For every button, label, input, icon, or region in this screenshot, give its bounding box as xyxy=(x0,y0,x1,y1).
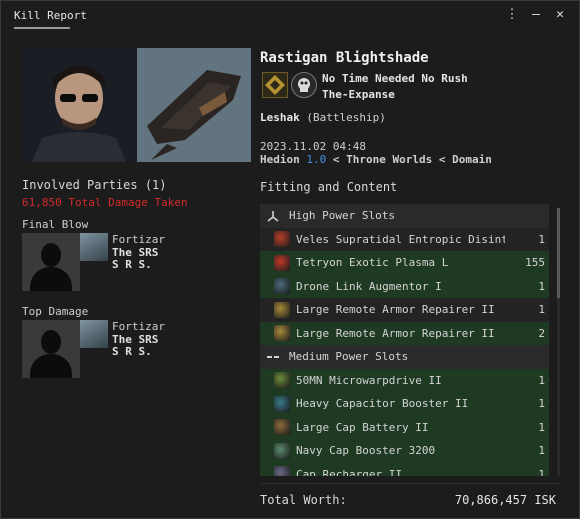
fitting-item-qty: 1 xyxy=(538,279,545,293)
fitting-item-name: Cap Recharger II xyxy=(296,467,402,476)
victim-name[interactable]: Rastigan Blightshade xyxy=(260,50,429,66)
victim-ship-render[interactable] xyxy=(137,48,251,162)
silhouette-body xyxy=(30,267,72,291)
top-damage-portrait[interactable] xyxy=(22,320,80,378)
fitting-header: Fitting and Content xyxy=(260,180,398,194)
slot-group-header[interactable]: High Power Slots xyxy=(260,204,549,228)
fitting-item-qty: 1 xyxy=(538,420,545,434)
module-icon xyxy=(274,254,290,271)
module-icon xyxy=(274,395,290,412)
victim-ship-class: (Battleship) xyxy=(306,111,386,124)
fitting-item-dropped[interactable]: Cap Recharger II 1 xyxy=(260,462,549,476)
victim-portrait[interactable] xyxy=(22,48,136,162)
fitting-item-name: Navy Cap Booster 3200 xyxy=(296,444,436,458)
final-blow-ship-icon[interactable] xyxy=(80,233,108,261)
fitting-item-name: Large Remote Armor Repairer II xyxy=(296,326,495,340)
module-icon xyxy=(274,231,290,248)
fitting-item-dropped[interactable]: Tetryon Exotic Plasma L 155 xyxy=(260,251,549,275)
fitting-item-destroyed[interactable]: Large Remote Armor Repairer II 1 xyxy=(260,298,549,322)
fitting-item-qty: 1 xyxy=(538,232,545,246)
constellation-name[interactable]: Throne Worlds xyxy=(346,153,432,166)
fitting-item-destroyed[interactable]: Veles Supratidal Entropic Disintegrator 1 xyxy=(260,227,549,251)
window-title[interactable]: Kill Report xyxy=(14,9,87,22)
region-name[interactable]: Domain xyxy=(452,153,492,166)
system-name[interactable]: Hedion xyxy=(260,153,300,166)
module-icon xyxy=(274,325,290,342)
location-separator: < xyxy=(332,153,340,166)
kill-location: Hedion 1.0 < Throne Worlds < Domain xyxy=(260,153,492,166)
fitting-item-name: Heavy Capacitor Booster II xyxy=(296,397,469,411)
fitting-item-qty: 1 xyxy=(538,397,545,411)
fitting-list[interactable]: High Power Slots Veles Supratidal Entropi… xyxy=(260,204,549,476)
victim-ship-line: Leshak (Battleship) xyxy=(260,111,386,124)
security-status: 1.0 xyxy=(306,153,327,166)
silhouette-head xyxy=(41,243,61,267)
fitting-item-qty: 1 xyxy=(538,373,545,387)
fitting-item-qty: 2 xyxy=(538,326,545,340)
final-blow-ship-name[interactable]: Fortizar xyxy=(112,233,165,246)
final-blow-portrait[interactable] xyxy=(22,233,80,291)
fitting-item-dropped[interactable]: Large Remote Armor Repairer II 2 xyxy=(260,321,549,345)
fitting-item-qty: 155 xyxy=(525,256,545,270)
more-options-icon[interactable]: ⋮ xyxy=(505,7,519,22)
window-controls: ⋮ – ✕ xyxy=(505,7,567,22)
total-worth-value: 70,866,457 ISK xyxy=(454,493,556,507)
fitting-item-dropped[interactable]: Navy Cap Booster 3200 1 xyxy=(260,439,549,463)
fitting-item-name: Tetryon Exotic Plasma L xyxy=(296,256,449,270)
top-damage-ship-icon[interactable] xyxy=(80,320,108,348)
fitting-item-dropped[interactable]: Large Cap Battery II 1 xyxy=(260,415,549,439)
slot-group-label: Medium Power Slots xyxy=(289,350,409,364)
alliance-logo-icon[interactable] xyxy=(291,72,317,98)
final-blow-corp-ticker[interactable]: S R S. xyxy=(112,258,152,271)
fitting-item-dropped[interactable]: Drone Link Augmentor I 1 xyxy=(260,274,549,298)
close-icon[interactable]: ✕ xyxy=(553,7,567,22)
module-icon xyxy=(274,466,290,476)
top-damage-label: Top Damage xyxy=(22,305,89,318)
fitting-item-name: Large Cap Battery II xyxy=(296,420,429,434)
silhouette-head xyxy=(41,330,61,354)
victim-corporation[interactable]: No Time Needed No Rush xyxy=(322,72,468,85)
total-damage-taken: 61,850 Total Damage Taken xyxy=(22,196,188,209)
total-worth-label: Total Worth: xyxy=(260,493,347,507)
location-separator: < xyxy=(438,153,446,166)
fitting-item-name: Large Remote Armor Repairer II xyxy=(296,303,495,317)
minimize-icon[interactable]: – xyxy=(529,7,543,22)
fitting-item-qty: 1 xyxy=(538,303,545,317)
victim-ship-name[interactable]: Leshak xyxy=(260,111,300,124)
silhouette-body xyxy=(30,354,72,378)
slot-group-header[interactable]: Medium Power Slots xyxy=(260,345,549,369)
involved-parties-header: Involved Parties (1) xyxy=(22,178,167,192)
top-damage-ship-name[interactable]: Fortizar xyxy=(112,320,165,333)
slot-group-label: High Power Slots xyxy=(289,209,395,223)
fitting-item-name: Drone Link Augmentor I xyxy=(296,279,442,293)
module-icon xyxy=(274,278,290,295)
high-slot-icon xyxy=(265,208,281,224)
fitting-scroll-thumb[interactable] xyxy=(557,208,560,298)
fitting-item-dropped[interactable]: 50MN Microwarpdrive II 1 xyxy=(260,368,549,392)
top-damage-corp-ticker[interactable]: S R S. xyxy=(112,345,152,358)
fitting-item-name: 50MN Microwarpdrive II xyxy=(296,373,442,387)
module-icon xyxy=(274,301,290,318)
title-tab-underline xyxy=(14,27,70,29)
divider xyxy=(260,483,560,484)
fitting-item-qty: 1 xyxy=(538,467,545,476)
kill-datetime: 2023.11.02 04:48 xyxy=(260,140,366,153)
module-icon xyxy=(274,442,290,459)
module-icon xyxy=(274,419,290,436)
mid-slot-icon xyxy=(265,349,281,365)
fitting-item-dropped[interactable]: Heavy Capacitor Booster II 1 xyxy=(260,392,549,416)
title-bar: Kill Report ⋮ – ✕ xyxy=(1,1,579,31)
module-icon xyxy=(274,372,290,389)
corp-logo-icon[interactable] xyxy=(262,72,288,98)
victim-alliance[interactable]: The-Expanse xyxy=(322,88,395,101)
fitting-item-name: Veles Supratidal Entropic Disintegrator xyxy=(296,232,505,246)
final-blow-label: Final Blow xyxy=(22,218,89,231)
fitting-item-qty: 1 xyxy=(538,444,545,458)
